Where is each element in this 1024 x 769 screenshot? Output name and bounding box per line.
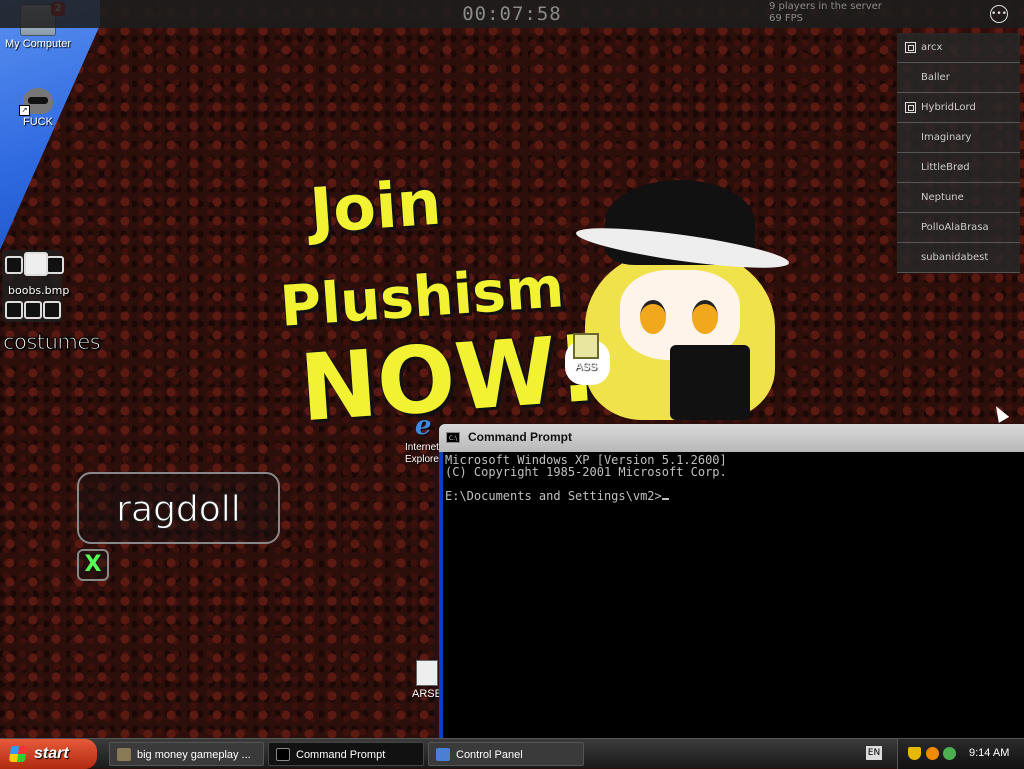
raccoon-icon-label: FUCK — [23, 116, 53, 128]
raccoon-desktop-icon[interactable]: ↗ FUCK — [18, 88, 58, 128]
poster-line-1: Join — [307, 165, 444, 248]
start-label: start — [34, 745, 69, 762]
player-name: Imaginary — [921, 132, 972, 143]
raccoon-icon: ↗ — [19, 88, 53, 116]
program-window-icon — [416, 660, 438, 686]
internet-explorer-icon: e — [415, 415, 432, 441]
taskbar-item-game[interactable]: big money gameplay ... — [109, 742, 264, 766]
ass-desktop-icon[interactable]: ASS — [568, 333, 604, 373]
cmd-window-title: Command Prompt — [468, 430, 573, 444]
control-panel-icon — [436, 748, 450, 761]
costume-slot-pencil[interactable] — [24, 252, 48, 276]
costume-slot[interactable] — [5, 256, 23, 274]
player-name: Neptune — [921, 192, 964, 203]
player-row[interactable]: LittleBrød — [897, 153, 1020, 183]
taskbar-item-control-panel[interactable]: Control Panel — [428, 742, 584, 766]
taskbar-item-label: big money gameplay ... — [137, 749, 251, 761]
arse-icon-label: ARSE — [412, 688, 442, 700]
costumes-label: costumes — [2, 330, 101, 355]
taskbar-item-label: Command Prompt — [296, 749, 386, 761]
shortcut-arrow-icon: ↗ — [19, 105, 30, 116]
player-badge-icon — [905, 102, 916, 113]
language-indicator[interactable]: EN — [866, 746, 882, 760]
start-button[interactable]: start — [0, 739, 97, 769]
costume-slot[interactable] — [46, 256, 64, 274]
ass-icon-label: ASS — [574, 361, 597, 373]
costume-slot[interactable] — [24, 301, 42, 319]
costume-slot[interactable] — [5, 301, 23, 319]
my-computer-label: My Computer — [4, 38, 72, 50]
windows-logo-icon — [8, 746, 28, 762]
player-name: LittleBrød — [921, 162, 970, 173]
taskbar-item-label: Control Panel — [456, 749, 523, 761]
search-icon[interactable] — [926, 747, 939, 760]
player-name: arcx — [921, 42, 943, 53]
text-cursor — [661, 498, 669, 500]
mouse-pointer-icon — [990, 403, 1010, 423]
player-row[interactable]: arcx — [897, 33, 1020, 63]
game-icon — [117, 748, 131, 761]
witch-character-art — [565, 180, 800, 420]
player-badge-icon — [905, 42, 916, 53]
network-icon[interactable] — [943, 747, 956, 760]
cmd-icon — [276, 748, 290, 761]
player-name: subanidabest — [921, 252, 989, 263]
close-x-button[interactable]: X — [77, 549, 109, 581]
players-count: 9 players in the server — [769, 1, 882, 12]
cmd-console[interactable]: Microsoft Windows XP [Version 5.1.2600](… — [443, 452, 1024, 738]
taskbar-item-command-prompt[interactable]: Command Prompt — [268, 742, 424, 766]
internet-explorer-desktop-icon[interactable]: e Internet Explorer — [405, 415, 443, 465]
player-name: Baller — [921, 72, 950, 83]
player-row[interactable]: Baller — [897, 63, 1020, 93]
cmd-titlebar[interactable]: C:\ Command Prompt — [439, 424, 1024, 452]
player-row[interactable]: Neptune — [897, 183, 1020, 213]
player-row[interactable]: HybridLord — [897, 93, 1020, 123]
server-info: 9 players in the server 69 FPS — [769, 1, 882, 25]
ellipsis-circle-icon[interactable]: ••• — [990, 5, 1008, 23]
character-body — [670, 345, 750, 420]
player-row[interactable]: subanidabest — [897, 243, 1020, 273]
console-line: (C) Copyright 1985-2001 Microsoft Corp. — [445, 465, 727, 479]
console-prompt-line: E:\Documents and Settings\vm2> — [445, 490, 1024, 502]
taskbar: start big money gameplay ... Command Pro… — [0, 738, 1024, 769]
player-row[interactable]: Imaginary — [897, 123, 1020, 153]
document-icon — [573, 333, 599, 359]
costume-slot[interactable] — [43, 301, 61, 319]
cmd-icon: C:\ — [446, 432, 460, 443]
system-tray: 9:14 AM — [897, 739, 1024, 769]
ragdoll-button[interactable]: ragdoll — [77, 472, 280, 544]
clock: 9:14 AM — [969, 747, 1010, 759]
boobs-file-label[interactable]: boobs.bmp — [8, 284, 69, 297]
security-shield-icon[interactable] — [908, 747, 921, 760]
player-list: arcx Baller HybridLord Imaginary LittleBrød N… — [897, 33, 1020, 273]
desktop: My Computer 2 ↗ FUCK boobs.bmp costumes … — [0, 0, 1024, 738]
console-prompt: E:\Documents and Settings\vm2> — [445, 489, 662, 503]
command-prompt-window[interactable]: C:\ Command Prompt Microsoft Windows XP … — [439, 424, 1024, 738]
character-eye — [640, 300, 666, 334]
player-row[interactable]: PolloAlaBrasa — [897, 213, 1020, 243]
player-name: HybridLord — [921, 102, 976, 113]
character-eye — [692, 300, 718, 334]
game-hud-bar: 00:07:58 9 players in the server 69 FPS … — [0, 0, 1024, 28]
ie-icon-label: Internet Explorer — [405, 442, 443, 465]
player-name: PolloAlaBrasa — [921, 222, 989, 233]
fps-counter: 69 FPS — [769, 13, 804, 24]
